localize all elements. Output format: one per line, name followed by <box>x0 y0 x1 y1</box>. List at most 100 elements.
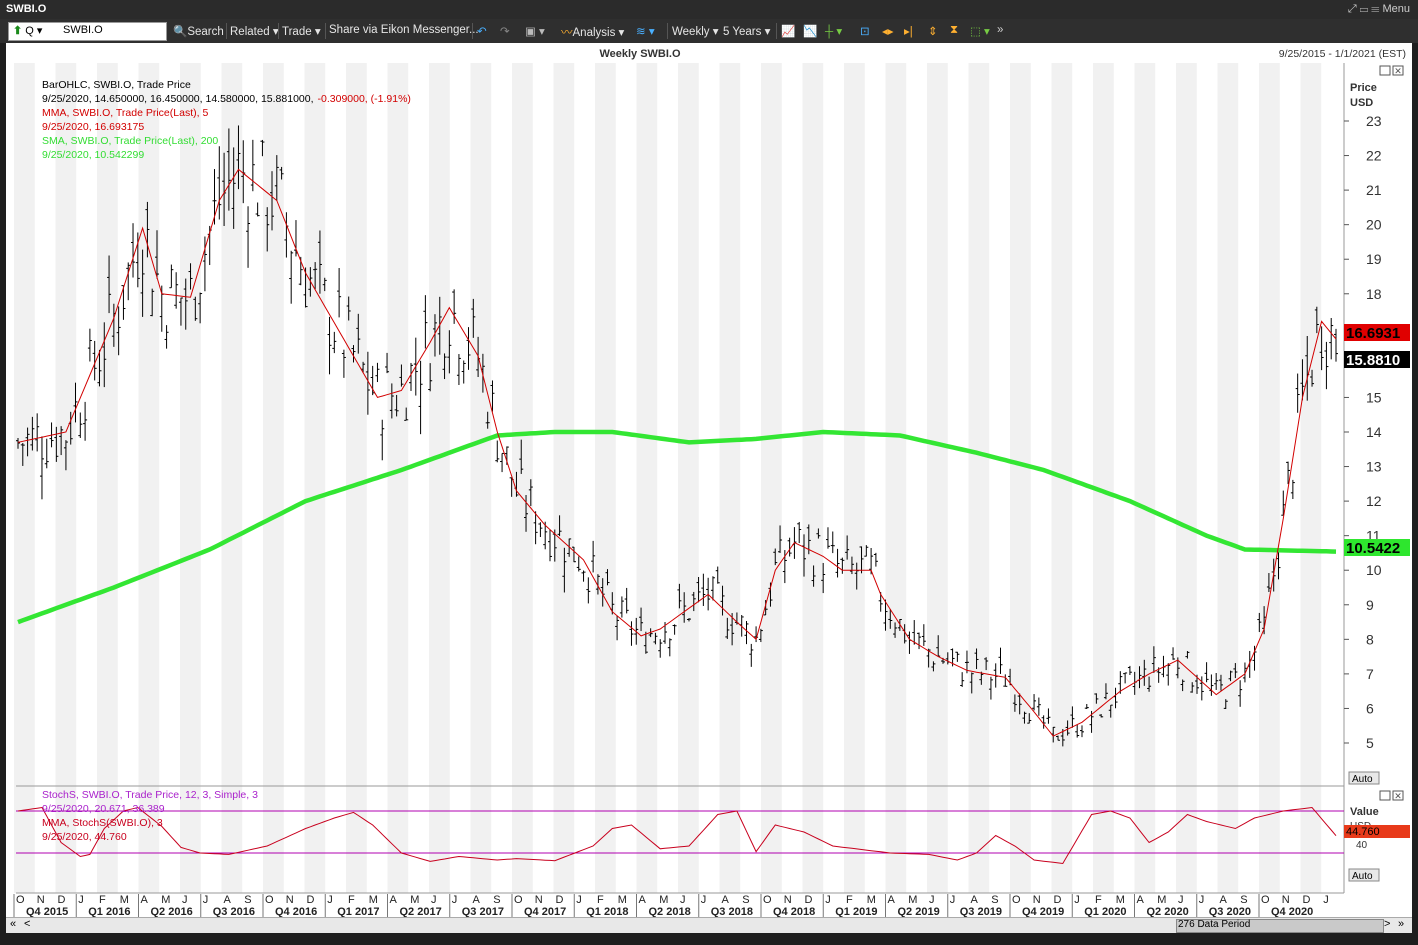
redo-icon[interactable]: ↷ <box>500 24 510 38</box>
price-tick-21: 21 <box>1366 182 1382 198</box>
month-label-59: S <box>1240 894 1247 906</box>
month-label-39: J <box>825 894 831 906</box>
month-label-6: A <box>141 894 149 906</box>
month-label-58: A <box>1220 894 1228 906</box>
month-label-33: J <box>701 894 707 906</box>
share-button[interactable]: Share via Eikon Messenger... <box>329 24 479 36</box>
price-tick-5: 5 <box>1366 735 1374 751</box>
svg-text:10.5422: 10.5422 <box>1346 540 1400 557</box>
scroll-right-arrow-icon[interactable]: > <box>1384 918 1390 930</box>
stoch-mma-label: MMA, StochS(SWBI.O), 3 <box>42 817 163 829</box>
month-label-29: M <box>618 894 627 906</box>
price-tag-last: 15.8810 <box>1344 351 1410 369</box>
month-label-21: J <box>452 894 458 906</box>
chart-window: Weekly SWBI.O 9/25/2015 - 1/1/2021 (EST)… <box>6 43 1412 933</box>
fit-icon[interactable]: ⧗ <box>950 24 958 37</box>
time-scrollbar[interactable]: « < 276 Data Period > » <box>6 917 1412 933</box>
stoch-legend-values: 9/25/2020, 20.671, 36.389 <box>42 803 165 815</box>
zoom-box-icon[interactable]: ⊡ <box>860 24 870 38</box>
price-tick-23: 23 <box>1366 113 1382 129</box>
svg-text:16.6931: 16.6931 <box>1346 325 1400 342</box>
status-bar <box>0 933 1418 945</box>
data-period-count: 276 Data Period <box>1178 919 1251 930</box>
quarter-label-13: Q1 2019 <box>835 906 877 917</box>
stoch-legend-label: StochS, SWBI.O, Trade Price, 12, 3, Simp… <box>42 789 258 801</box>
stoch-tick-40: 40 <box>1356 840 1368 851</box>
window-title: SWBI.O <box>6 3 47 15</box>
search-button[interactable]: 🔍Search <box>173 24 224 38</box>
drawing-tools-icon[interactable]: ┼ ▾ <box>825 24 842 38</box>
price-tick-12: 12 <box>1366 493 1382 509</box>
month-label-7: M <box>161 894 170 906</box>
price-axis-unit: USD <box>1350 97 1373 109</box>
undo-icon[interactable]: ↶ <box>477 24 487 38</box>
quarter-label-4: Q4 2016 <box>275 906 317 917</box>
month-label-31: M <box>659 894 668 906</box>
month-label-2: D <box>58 894 66 906</box>
auto-scale-button[interactable]: Auto <box>1352 774 1373 785</box>
quote-type-dropdown[interactable]: ⬆ Q ▾ <box>13 24 42 37</box>
month-label-57: J <box>1199 894 1205 906</box>
quarter-label-20: Q4 2020 <box>1271 906 1313 917</box>
legend-ohlc: 9/25/2020, 14.650000, 16.450000, 14.5800… <box>42 93 411 105</box>
ric-input-box[interactable]: ⬆ Q ▾ SWBI.O <box>8 22 167 41</box>
month-label-55: M <box>1157 894 1166 906</box>
month-label-54: A <box>1137 894 1145 906</box>
menu-button[interactable]: ⤢ ▭ ☰ Menu <box>1348 3 1410 16</box>
quarter-label-0: Q4 2015 <box>26 906 68 917</box>
month-label-5: M <box>120 894 129 906</box>
period-dropdown[interactable]: 5 Years ▾ <box>723 24 770 38</box>
chart-svg[interactable]: Weekly SWBI.O 9/25/2015 - 1/1/2021 (EST)… <box>6 43 1412 918</box>
price-tick-20: 20 <box>1366 217 1382 233</box>
chart-type-icon[interactable]: 📈 <box>781 24 795 38</box>
month-label-36: O <box>763 894 772 906</box>
scroll-end-icon[interactable]: » <box>1398 918 1404 930</box>
vertical-zoom-icon[interactable]: ⇕ <box>928 24 938 38</box>
legend-line1: BarOHLC, SWBI.O, Trade Price <box>42 79 191 91</box>
compare-icon[interactable]: 📉 <box>803 24 817 38</box>
quarter-label-3: Q3 2016 <box>213 906 255 917</box>
month-label-32: J <box>680 894 686 906</box>
month-label-52: F <box>1095 894 1102 906</box>
month-label-34: A <box>722 894 730 906</box>
month-label-4: F <box>99 894 106 906</box>
month-label-18: A <box>390 894 398 906</box>
month-label-43: M <box>908 894 917 906</box>
chart-style-icon[interactable]: ≋ ▾ <box>636 24 655 38</box>
analysis-icon: 〰 <box>561 27 573 39</box>
price-tick-14: 14 <box>1366 424 1382 440</box>
crosshair-icon[interactable]: ⬚ ▾ <box>970 24 990 38</box>
stoch-tag: 44.760 <box>1346 826 1380 838</box>
close-icon: ✕ <box>1394 66 1402 76</box>
month-label-0: O <box>16 894 25 906</box>
date-range: 9/25/2015 - 1/1/2021 (EST) <box>1279 48 1406 60</box>
month-label-46: A <box>971 894 979 906</box>
stoch-auto-button[interactable]: Auto <box>1352 871 1373 882</box>
related-dropdown[interactable]: Related ▾ <box>230 24 279 38</box>
scroll-start-icon[interactable]: « <box>10 918 16 930</box>
month-label-49: N <box>1033 894 1041 906</box>
quarter-label-10: Q2 2018 <box>649 906 691 917</box>
price-tick-7: 7 <box>1366 666 1374 682</box>
scroll-left-icon[interactable]: ◂▸ <box>882 24 894 38</box>
price-tick-6: 6 <box>1366 700 1374 716</box>
quarter-label-2: Q2 2016 <box>151 906 193 917</box>
quarter-label-19: Q3 2020 <box>1209 906 1251 917</box>
month-label-23: S <box>493 894 500 906</box>
quarter-label-6: Q2 2017 <box>400 906 442 917</box>
scroll-left-arrow-icon[interactable]: < <box>24 918 30 930</box>
ric-input[interactable]: SWBI.O <box>63 24 103 36</box>
month-label-60: O <box>1261 894 1270 906</box>
stoch-mma-value: 9/25/2020, 44.760 <box>42 831 127 843</box>
camera-icon[interactable]: ▣ ▾ <box>525 24 545 38</box>
analysis-dropdown[interactable]: 〰Analysis ▾ <box>561 24 624 40</box>
legend-mma-label: MMA, SWBI.O, Trade Price(Last), 5 <box>42 107 208 119</box>
month-label-26: D <box>556 894 564 906</box>
more-icon[interactable]: » <box>997 24 1003 36</box>
chart-title: Weekly SWBI.O <box>599 48 681 60</box>
month-label-19: M <box>410 894 419 906</box>
toolbar: ⬆ Q ▾ SWBI.O 🔍Search Related ▾ Trade ▾ S… <box>0 19 1418 43</box>
scroll-end-icon[interactable]: ▸| <box>904 24 913 38</box>
interval-dropdown[interactable]: Weekly ▾ <box>672 24 718 38</box>
trade-dropdown[interactable]: Trade ▾ <box>282 24 321 38</box>
